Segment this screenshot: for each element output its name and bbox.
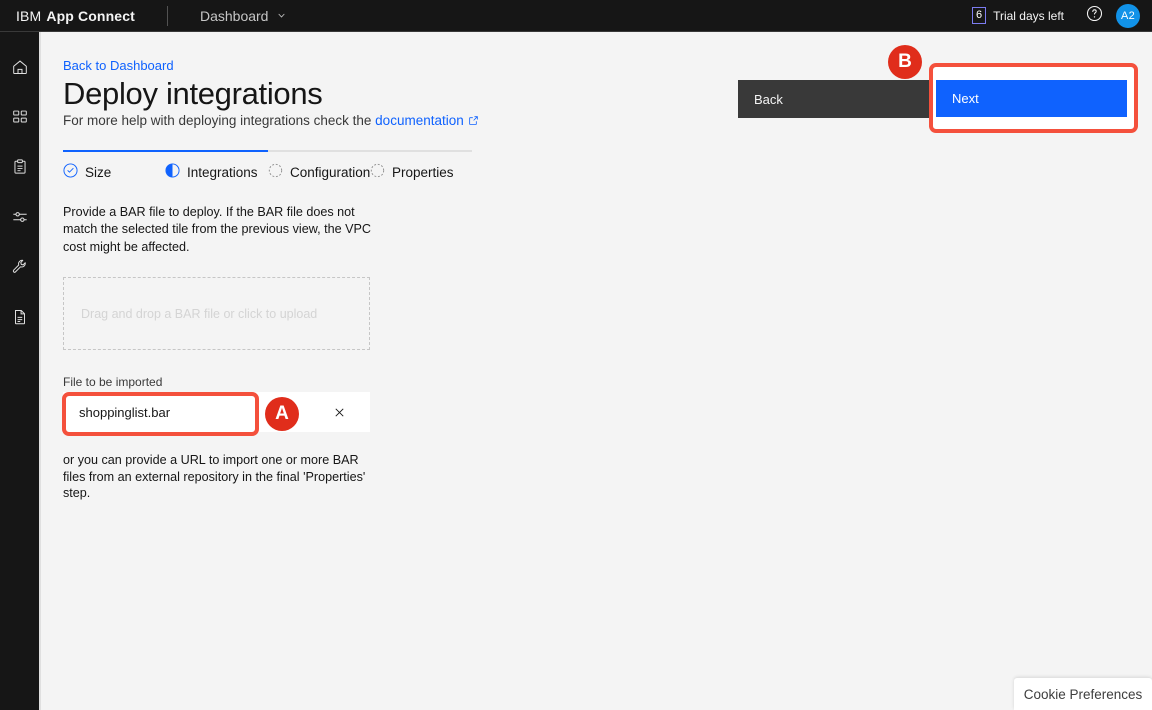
progress-step-label: Properties [392, 164, 454, 180]
sliders-icon [11, 208, 29, 226]
close-icon[interactable] [319, 392, 359, 432]
trial-status[interactable]: 6 Trial days left [971, 7, 1078, 24]
help-button[interactable] [1078, 0, 1110, 32]
brand-ibm: IBM [16, 7, 42, 24]
help-icon [1086, 5, 1103, 27]
header-right: 6 Trial days left A2 [971, 0, 1152, 32]
sidebar-item-home[interactable] [0, 50, 39, 84]
sidebar-item-catalog[interactable] [0, 100, 39, 134]
apps-grid-icon [11, 108, 29, 126]
documentation-link[interactable]: documentation [375, 113, 464, 128]
file-dropzone-placeholder: Drag and drop a BAR file or click to upl… [81, 306, 318, 321]
chevron-down-icon [276, 10, 287, 21]
dashed-circle-icon [370, 163, 385, 181]
trial-days-badge: 6 [971, 7, 987, 24]
avatar-initials: A2 [1121, 9, 1135, 22]
page-title: Deploy integrations [63, 76, 323, 111]
clipboard-icon [11, 158, 29, 176]
header-divider [166, 5, 168, 26]
progress-step-label: Size [85, 164, 112, 180]
progress-step-configuration[interactable]: Configuration [268, 163, 370, 181]
dashed-circle-icon [268, 163, 283, 181]
half-circle-icon [165, 163, 180, 181]
app-root: IBM App Connect Dashboard 6 Trial days le… [0, 0, 1152, 710]
app-header: IBM App Connect Dashboard 6 Trial days le… [0, 0, 1152, 32]
wrench-icon [11, 258, 29, 276]
brand[interactable]: IBM App Connect [0, 8, 135, 24]
document-icon [11, 308, 29, 326]
header-nav-dashboard[interactable]: Dashboard [200, 8, 288, 24]
file-import-row: shoppinglist.bar [63, 392, 370, 432]
file-name-input[interactable]: shoppinglist.bar [63, 405, 319, 420]
page-subtitle-text: For more help with deploying integration… [63, 113, 376, 128]
file-dropzone[interactable]: Drag and drop a BAR file or click to upl… [63, 277, 370, 350]
main-content: Back to Dashboard Deploy integrations Fo… [41, 32, 1152, 710]
file-import-label: File to be imported [63, 375, 163, 389]
progress-step-size[interactable]: Size [63, 163, 165, 181]
home-icon [11, 58, 29, 76]
header-nav-label: Dashboard [199, 7, 269, 24]
breadcrumb-back-to-dashboard[interactable]: Back to Dashboard [63, 58, 174, 73]
progress-step-label: Integrations [187, 164, 258, 180]
cookie-preferences-button[interactable]: Cookie Preferences [1014, 678, 1152, 710]
sidebar-item-docs[interactable] [0, 300, 39, 334]
back-button[interactable]: Back [738, 80, 934, 118]
next-button-highlighted[interactable]: Next [936, 80, 1127, 117]
check-circle-icon [63, 163, 78, 181]
url-import-note: or you can provide a URL to import one o… [63, 453, 366, 501]
progress-track [63, 150, 472, 152]
progress-step-integrations[interactable]: Integrations [165, 163, 268, 181]
trial-label: Trial days left [993, 8, 1064, 23]
progress-step-properties[interactable]: Properties [370, 163, 454, 181]
sidebar-item-tools[interactable] [0, 250, 39, 284]
sidebar-item-settings[interactable] [0, 200, 39, 234]
brand-product: App Connect [46, 7, 135, 24]
deploy-description: Provide a BAR file to deploy. If the BAR… [63, 205, 371, 254]
progress-step-label: Configuration [290, 164, 371, 180]
progress-indicator: Size Integrations Configuration Properti… [63, 150, 493, 181]
external-link-icon [468, 114, 479, 129]
progress-steps: Size Integrations Configuration Properti… [63, 163, 493, 181]
sidebar-item-dashboard[interactable] [0, 150, 39, 184]
left-sidebar [0, 32, 39, 710]
progress-fill [63, 150, 268, 152]
avatar[interactable]: A2 [1116, 3, 1140, 28]
page-subtitle: For more help with deploying integration… [63, 113, 479, 129]
